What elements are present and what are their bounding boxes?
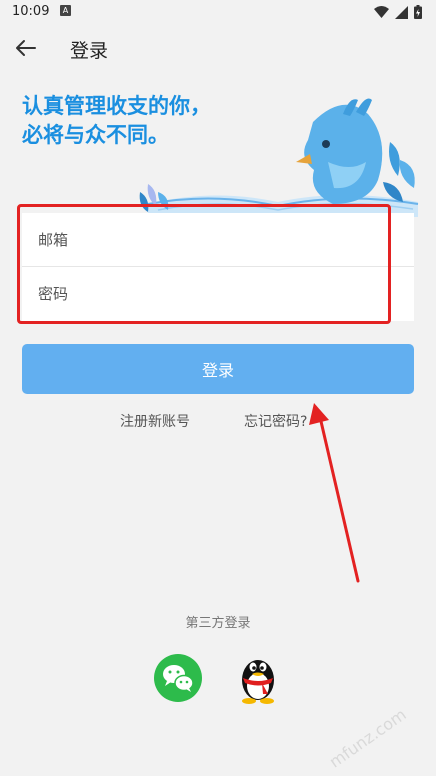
signal-icon [395,5,408,19]
email-field-row [22,213,414,267]
qq-login-button[interactable] [234,650,282,704]
email-input[interactable] [22,213,414,266]
battery-icon [414,5,422,19]
arrow-left-icon [16,40,36,56]
login-button[interactable]: 登录 [22,344,414,394]
forgot-password-link[interactable]: 忘记密码? [244,411,307,431]
notification-icon: A [60,5,71,16]
qq-penguin-icon [242,660,274,704]
watermark-text: mfunz.com [326,705,410,770]
register-link[interactable]: 注册新账号 [120,411,190,431]
bird-mascot-illustration [139,98,419,217]
login-form [22,213,414,321]
page-title: 登录 [70,40,109,62]
password-input[interactable] [22,267,414,321]
third-party-login-label: 第三方登录 [185,616,251,631]
annotation-arrow [309,403,360,583]
wechat-icon [163,665,194,692]
status-time: 10:09 [12,4,50,19]
status-icons [374,5,422,19]
password-field-row [22,267,414,321]
app-bar: 登录 [0,26,436,70]
status-bar: 10:09 A [0,0,436,26]
wechat-login-button[interactable] [154,654,202,702]
wifi-icon [374,6,389,18]
back-button[interactable] [10,32,42,64]
watermark: mfunz.com [326,705,410,770]
